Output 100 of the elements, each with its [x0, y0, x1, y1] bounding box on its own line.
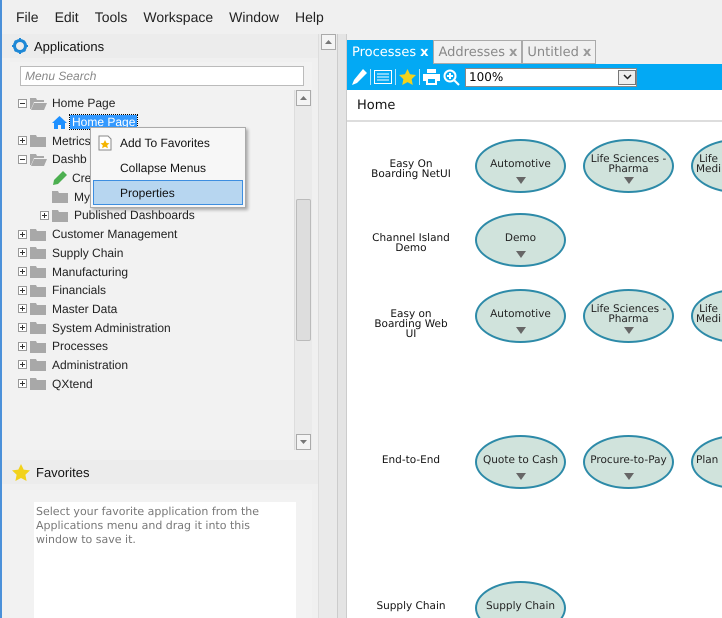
tree-item[interactable]: System Administration — [50, 320, 173, 335]
plus-icon — [19, 286, 26, 294]
tree-item[interactable]: My — [72, 190, 92, 204]
tree-scrollbar[interactable] — [294, 90, 312, 450]
caret-icon — [516, 327, 526, 334]
folder-icon — [30, 265, 47, 278]
process-node[interactable]: Life Sciences - Pharma — [583, 289, 674, 343]
tree-item[interactable]: Metrics — [50, 134, 93, 148]
menu-item[interactable]: Tools — [86, 9, 136, 25]
process-group-label: End-to-End — [380, 453, 442, 465]
star-icon[interactable] — [399, 69, 416, 85]
folder-icon — [30, 134, 47, 148]
process-node[interactable]: Life Sciences - Pharma — [583, 139, 674, 193]
process-group-label: Easy On Boarding NetUI — [370, 157, 452, 179]
printer-icon[interactable] — [423, 69, 440, 85]
tree-item[interactable]: Manufacturing — [50, 264, 130, 279]
folder-icon — [30, 228, 47, 241]
process-node[interactable]: Automotive — [475, 289, 566, 343]
plus-icon — [19, 305, 26, 312]
pencil-icon[interactable] — [351, 69, 367, 85]
context-menu-item[interactable]: Properties — [93, 180, 243, 205]
breadcrumb: Home — [347, 90, 722, 122]
tree-item[interactable]: Published Dashboards — [72, 208, 197, 222]
search-field[interactable]: Menu Search — [20, 66, 304, 86]
process-node[interactable]: Procure-to-Pay — [583, 435, 674, 489]
caret-icon — [624, 177, 634, 184]
expand-toggle[interactable] — [18, 379, 27, 388]
process-node[interactable]: Demo — [475, 213, 566, 267]
process-node[interactable]: Life Medi — [691, 139, 722, 193]
panel-scrollbar[interactable] — [318, 34, 337, 618]
collapse-toggle[interactable] — [18, 98, 27, 108]
tree-item[interactable]: Financials — [50, 283, 108, 298]
panel-title: Applications — [34, 38, 104, 54]
tree-item[interactable]: Administration — [50, 358, 130, 372]
caret-icon — [624, 327, 634, 334]
process-node[interactable]: Automotive — [475, 139, 566, 193]
tree-item[interactable]: Cre — [70, 171, 94, 186]
expand-toggle[interactable] — [18, 248, 27, 258]
plus-icon — [19, 324, 26, 332]
collapse-toggle[interactable] — [18, 154, 27, 164]
process-node[interactable]: Quote to Cash — [475, 435, 566, 489]
expand-toggle[interactable] — [18, 267, 27, 276]
plus-icon — [19, 268, 26, 276]
expand-toggle[interactable] — [18, 136, 27, 146]
expand-toggle[interactable] — [18, 323, 27, 332]
zoom-dropdown[interactable]: 100% — [465, 68, 637, 86]
tree-item[interactable]: QXtend — [50, 376, 95, 391]
process-group-label: Supply Chain — [375, 599, 447, 611]
menu-item[interactable]: Edit — [46, 9, 87, 25]
zoom-in-icon[interactable] — [443, 68, 460, 86]
folder-icon — [52, 190, 69, 204]
tree-item[interactable]: Dashb — [50, 152, 89, 166]
caret-icon — [516, 177, 526, 184]
plus-icon — [19, 380, 26, 388]
menu-item[interactable]: Help — [286, 9, 332, 25]
folder-icon — [30, 377, 47, 390]
folder-icon — [30, 246, 47, 260]
tree-item[interactable]: Master Data — [50, 302, 120, 316]
folder-icon — [30, 340, 47, 353]
menu-item[interactable]: Workspace — [135, 9, 222, 25]
open-folder-icon — [30, 96, 47, 110]
process-node[interactable]: Plan — [691, 435, 722, 489]
tree-item[interactable]: Supply Chain — [50, 246, 126, 260]
tree-item[interactable]: Processes — [50, 339, 110, 354]
expand-toggle[interactable] — [18, 304, 27, 314]
expand-toggle[interactable] — [18, 230, 27, 239]
menu-item[interactable]: File — [8, 9, 47, 25]
process-node[interactable]: Life Medi — [691, 289, 722, 343]
open-folder-icon — [30, 152, 47, 166]
plus-icon — [41, 212, 48, 219]
process-group-label: Channel Island Demo — [371, 231, 451, 253]
expand-toggle[interactable] — [40, 210, 49, 220]
favorites-hint: Select your favorite application from the Applications menu and drag it into this window to save it. — [34, 502, 296, 618]
expand-toggle[interactable] — [18, 342, 27, 351]
chevron-down-icon — [622, 74, 632, 80]
plus-icon — [19, 342, 26, 350]
folder-icon — [30, 321, 47, 334]
process-group-label: Easy on Boarding Web UI — [373, 307, 449, 339]
tree-item[interactable]: Customer Management — [50, 227, 180, 242]
gear-icon — [12, 38, 28, 54]
context-menu-item[interactable]: Collapse Menus — [93, 155, 243, 180]
tree-item[interactable]: Home Page — [50, 96, 118, 110]
context-menu-item[interactable]: Add To Favorites — [93, 130, 243, 155]
folder-icon — [30, 358, 47, 372]
expand-toggle[interactable] — [18, 286, 27, 295]
plus-icon — [19, 249, 26, 256]
pencil-icon — [52, 171, 67, 186]
house-icon — [52, 116, 67, 129]
scroll-down-icon — [300, 440, 307, 444]
scroll-up-icon — [324, 40, 332, 44]
list-icon[interactable] — [374, 70, 392, 84]
scroll-up-icon — [300, 96, 307, 100]
menu-item[interactable]: Window — [221, 9, 287, 25]
folder-icon — [30, 284, 47, 297]
plus-icon — [19, 230, 26, 238]
plus-icon — [19, 137, 26, 144]
caret-icon — [624, 473, 634, 480]
caret-icon — [516, 251, 526, 258]
expand-toggle[interactable] — [18, 360, 27, 370]
process-node[interactable]: Supply Chain — [475, 581, 566, 618]
